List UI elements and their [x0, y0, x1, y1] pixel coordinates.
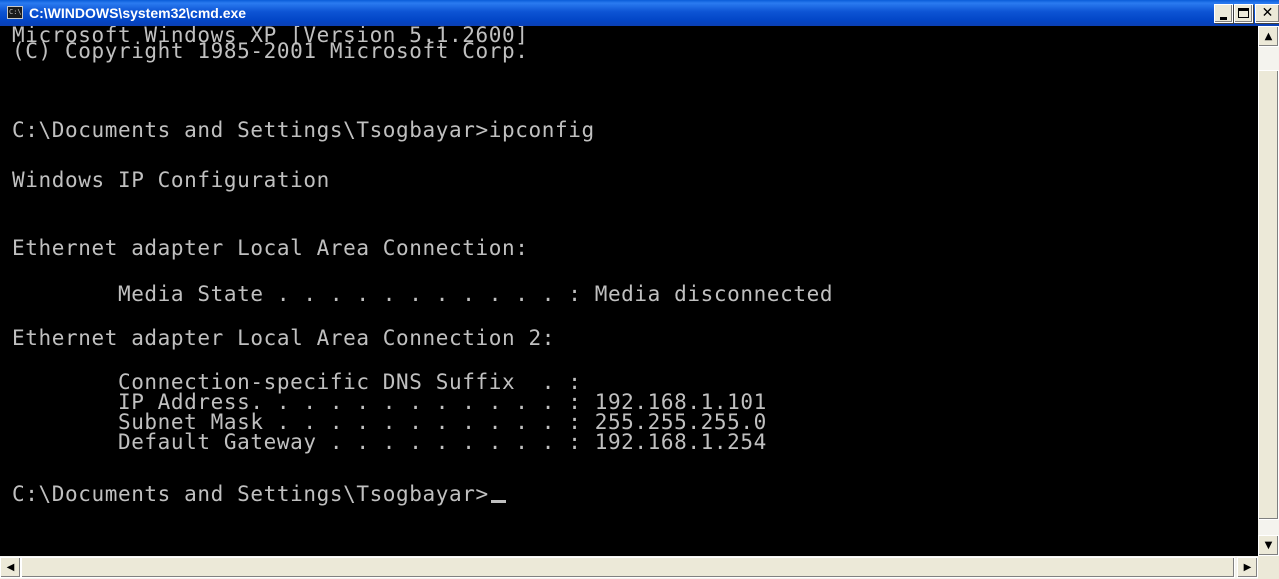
- maximize-icon: [1238, 8, 1249, 18]
- resize-grip[interactable]: [1258, 556, 1279, 579]
- horizontal-scroll-thumb[interactable]: [21, 557, 1235, 578]
- prompt-text: C:\Documents and Settings\Tsogbayar>: [12, 482, 489, 506]
- console-line-copyright: (C) Copyright 1985-2001 Microsoft Corp.: [12, 39, 529, 63]
- console-line-current-prompt: C:\Documents and Settings\Tsogbayar>: [12, 482, 506, 506]
- console-output[interactable]: Microsoft Windows XP [Version 5.1.2600] …: [0, 26, 1258, 556]
- console-line-default-gateway: Default Gateway . . . . . . . . . : 192.…: [12, 430, 767, 454]
- console-line-prompt-command: C:\Documents and Settings\Tsogbayar>ipco…: [12, 118, 595, 142]
- scroll-down-button[interactable]: ▼: [1258, 535, 1279, 556]
- window-title: C:\WINDOWS\system32\cmd.exe: [29, 5, 247, 21]
- console-line-ip-config-heading: Windows IP Configuration: [12, 168, 330, 192]
- horizontal-scrollbar[interactable]: ◀ ▶: [0, 556, 1258, 579]
- minimize-icon: [1220, 17, 1227, 20]
- console-line-subnet-mask: Subnet Mask . . . . . . . . . . . : 255.…: [12, 410, 767, 434]
- console-line-adapter-2: Ethernet adapter Local Area Connection 2…: [12, 326, 555, 350]
- cmd-icon[interactable]: C:\: [7, 6, 23, 19]
- console-line-dns-suffix: Connection-specific DNS Suffix . :: [12, 370, 582, 394]
- scroll-up-button[interactable]: ▲: [1258, 26, 1279, 47]
- close-icon: ✕: [1261, 5, 1274, 21]
- scroll-left-button[interactable]: ◀: [0, 557, 21, 578]
- maximize-button[interactable]: [1234, 4, 1253, 23]
- close-button[interactable]: ✕: [1255, 4, 1279, 23]
- cmd-window: C:\ C:\WINDOWS\system32\cmd.exe ✕ Micros…: [0, 0, 1279, 579]
- vertical-scrollbar[interactable]: ▲ ▼: [1258, 26, 1279, 556]
- scroll-right-button[interactable]: ▶: [1237, 557, 1258, 578]
- minimize-button[interactable]: [1214, 4, 1233, 23]
- vertical-scroll-thumb[interactable]: [1258, 70, 1279, 520]
- console-line-ip-address: IP Address. . . . . . . . . . . . : 192.…: [12, 390, 767, 414]
- console-line-media-state: Media State . . . . . . . . . . . : Medi…: [12, 282, 834, 306]
- title-bar[interactable]: C:\ C:\WINDOWS\system32\cmd.exe ✕: [0, 0, 1279, 26]
- text-cursor: [490, 500, 506, 503]
- console-line-adapter-1: Ethernet adapter Local Area Connection:: [12, 236, 529, 260]
